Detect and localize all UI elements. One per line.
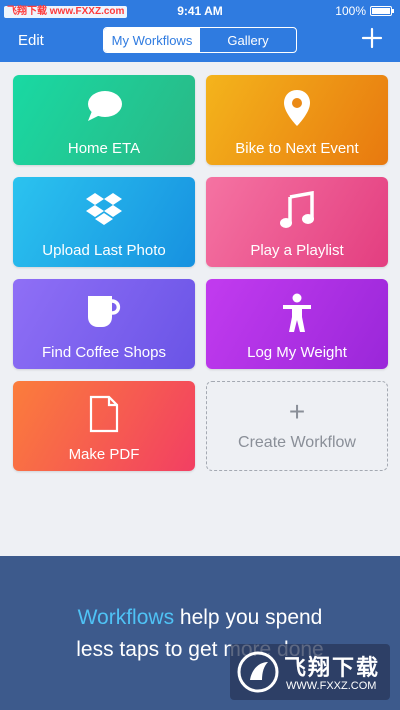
battery-icon — [370, 6, 394, 16]
music-note-icon — [280, 191, 314, 228]
tile-label: Home ETA — [67, 140, 141, 157]
battery-percent: 100% — [335, 4, 366, 18]
workflow-tile-log-my-weight[interactable]: Log My Weight — [206, 279, 388, 369]
tile-label: Bike to Next Event — [235, 140, 359, 157]
dropbox-icon — [86, 193, 122, 225]
document-icon — [89, 395, 119, 433]
workflow-tile-play-a-playlist[interactable]: Play a Playlist — [206, 177, 388, 267]
plus-icon[interactable] — [360, 26, 384, 50]
status-bar: 飞翔下载 www.FXXZ.com 9:41 AM 100% — [0, 0, 400, 22]
edit-button[interactable]: Edit — [18, 32, 44, 49]
tab-my-workflows[interactable]: My Workflows — [104, 28, 200, 52]
watermark-logo-text: 飞翔下载 — [284, 655, 381, 680]
person-icon — [283, 293, 311, 332]
watermark-logo-icon — [237, 651, 279, 693]
onboarding-line1: help you spend — [174, 606, 323, 629]
tile-label: Log My Weight — [247, 344, 347, 361]
segmented-control: My Workflows Gallery — [103, 27, 297, 53]
workflow-tile-upload-last-photo[interactable]: Upload Last Photo — [13, 177, 195, 267]
tile-label: Find Coffee Shops — [42, 344, 166, 361]
tile-label: Upload Last Photo — [42, 242, 166, 259]
workflow-grid: Home ETA Bike to Next Event Upload Last … — [0, 62, 400, 556]
create-workflow-label: Create Workflow — [238, 434, 356, 451]
tab-gallery[interactable]: Gallery — [200, 28, 296, 52]
workflow-tile-find-coffee-shops[interactable]: Find Coffee Shops — [13, 279, 195, 369]
watermark-logo: 飞翔下载 WWW.FXXZ.COM — [230, 644, 390, 700]
workflow-tile-home-eta[interactable]: Home ETA — [13, 75, 195, 165]
plus-icon: + — [288, 396, 306, 427]
workflow-tile-bike-to-next-event[interactable]: Bike to Next Event — [206, 75, 388, 165]
watermark-logo-url: WWW.FXXZ.COM — [286, 680, 377, 692]
coffee-cup-icon — [88, 296, 121, 327]
location-pin-icon — [284, 90, 310, 126]
tile-label: Make PDF — [68, 446, 140, 463]
create-workflow-button[interactable]: + Create Workflow — [206, 381, 388, 471]
speech-bubble-icon — [88, 91, 122, 121]
onboarding-highlight: Workflows — [77, 606, 175, 629]
nav-header: 飞翔下载 www.FXXZ.com 9:41 AM 100% Edit My W… — [0, 0, 400, 62]
workflow-tile-make-pdf[interactable]: Make PDF — [13, 381, 195, 471]
tile-label: Play a Playlist — [250, 242, 344, 259]
